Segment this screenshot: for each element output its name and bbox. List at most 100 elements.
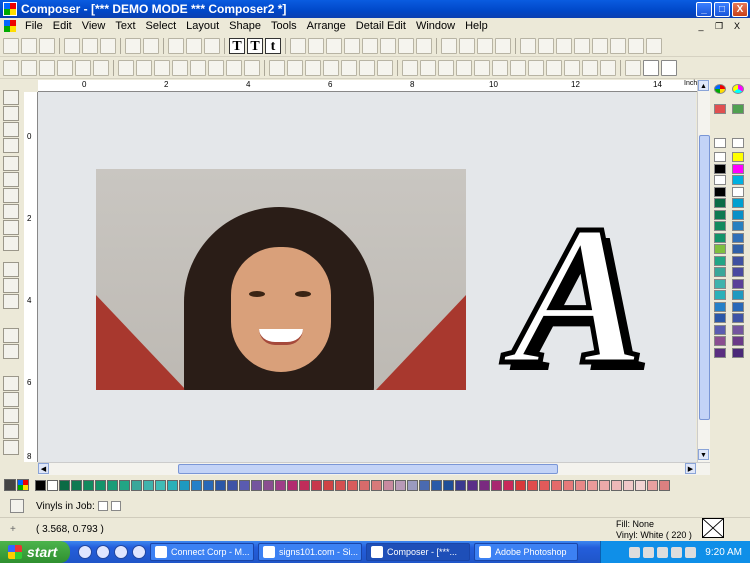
rectangle-tool-icon[interactable] [3,106,19,121]
letter-a-graphic[interactable]: A A [478,210,658,390]
color-swatch[interactable] [491,479,502,491]
color-swatch[interactable] [714,255,726,266]
align-bottom-icon[interactable] [380,37,396,54]
show-desktop-icon[interactable] [132,545,146,559]
color-swatch[interactable] [732,198,744,208]
text-tool-icon[interactable] [3,90,19,105]
text-frame-button[interactable]: T [247,37,263,54]
color-swatch[interactable] [311,479,322,491]
color-swatch[interactable] [299,479,310,491]
scroll-up-icon[interactable]: ▲ [698,80,709,91]
help-icon[interactable] [186,37,202,54]
color-swatch[interactable] [59,479,70,491]
color-swatch[interactable] [359,479,370,491]
color-swatch[interactable] [71,479,82,491]
eraser-icon[interactable] [136,59,152,76]
zoom-in-icon[interactable] [3,376,19,391]
color-swatch[interactable] [714,267,726,277]
effect-1-icon[interactable] [420,59,436,76]
cut-icon[interactable] [64,37,80,54]
color-swatch[interactable] [714,152,726,162]
align-left-icon[interactable] [290,37,306,54]
color-swatch[interactable] [575,479,586,491]
align-right-icon[interactable] [326,37,342,54]
tray-icon[interactable] [657,546,669,558]
maximize-button[interactable]: □ [714,1,730,17]
hatch-icon[interactable] [154,59,170,76]
menu-help[interactable]: Help [460,20,493,32]
line-large-icon[interactable] [661,59,677,76]
color-swatch[interactable] [83,479,94,491]
color-swatch[interactable] [732,175,744,185]
color-swatch[interactable] [714,347,726,358]
color-swatch[interactable] [732,324,744,335]
color-swatch[interactable] [647,479,658,491]
text-edit-button[interactable]: t [265,37,281,54]
color-swatch[interactable] [167,479,178,491]
color-swatch[interactable] [659,479,670,491]
task-connect-corp[interactable]: Connect Corp - M... [150,543,254,561]
fill-none-swatch[interactable] [702,518,724,538]
fill-tool-icon[interactable] [3,204,19,219]
color-swatch[interactable] [714,336,726,346]
design-canvas[interactable]: A A [38,92,696,462]
break-icon[interactable] [305,59,321,76]
effect-4-icon[interactable] [474,59,490,76]
color-swatch[interactable] [203,479,214,491]
effects-tool-icon[interactable] [3,328,19,343]
refresh-icon[interactable] [377,59,393,76]
color-swatch[interactable] [587,479,598,491]
shade-icon[interactable] [172,59,188,76]
zoom-page-icon[interactable] [3,440,19,455]
new-icon[interactable] [3,37,19,54]
color-swatch[interactable] [714,313,726,323]
color-swatch[interactable] [323,479,334,491]
portrait-photo[interactable] [96,169,466,390]
grid-tool-icon[interactable] [3,236,19,251]
grid-icon[interactable] [93,59,109,76]
task-signs101[interactable]: signs101.com - Si... [258,543,362,561]
start-button[interactable]: start [0,541,70,563]
color-swatch[interactable] [714,175,726,185]
zoom-minus-icon[interactable] [3,408,19,423]
color-swatch[interactable] [227,479,238,491]
color-swatch[interactable] [107,479,118,491]
doc-minimize-button[interactable]: _ [694,20,708,33]
paste-icon[interactable] [100,37,116,54]
rotate-icon[interactable] [556,37,572,54]
browser-icon[interactable] [96,545,110,559]
menu-file[interactable]: File [20,20,48,32]
weld-icon[interactable] [269,59,285,76]
color-swatch[interactable] [732,290,744,300]
tray-icon[interactable] [643,546,655,558]
color-swatch[interactable] [563,479,574,491]
no-fill-icon[interactable] [21,59,37,76]
color-swatch[interactable] [527,479,538,491]
polygon-icon[interactable] [495,37,511,54]
arrows-tool-icon[interactable] [3,294,19,309]
color-swatch[interactable] [239,479,250,491]
color-swatch[interactable] [732,152,744,162]
color-swatch[interactable] [732,163,744,174]
color-swatch[interactable] [455,479,466,491]
color-swatch[interactable] [599,479,610,491]
vertical-scrollbar[interactable]: ▲ ▼ [697,80,710,462]
inline-icon[interactable] [208,59,224,76]
color-swatch[interactable] [732,267,744,277]
color-swatch[interactable] [714,290,726,300]
skew-icon[interactable] [574,37,590,54]
page-tool-icon[interactable] [3,188,19,203]
vertical-scroll-thumb[interactable] [699,135,710,420]
align-center-icon[interactable] [308,37,324,54]
color-swatch[interactable] [732,301,744,312]
transform-icon[interactable] [520,37,536,54]
color-swatch[interactable] [395,479,406,491]
color-swatch[interactable] [215,479,226,491]
node-icon[interactable] [57,59,73,76]
color-swatch[interactable] [383,479,394,491]
color-swatch[interactable] [407,479,418,491]
color-swatch[interactable] [251,479,262,491]
scroll-left-icon[interactable]: ◀ [38,463,49,474]
copy-icon[interactable] [82,37,98,54]
distribute-icon[interactable] [398,37,414,54]
